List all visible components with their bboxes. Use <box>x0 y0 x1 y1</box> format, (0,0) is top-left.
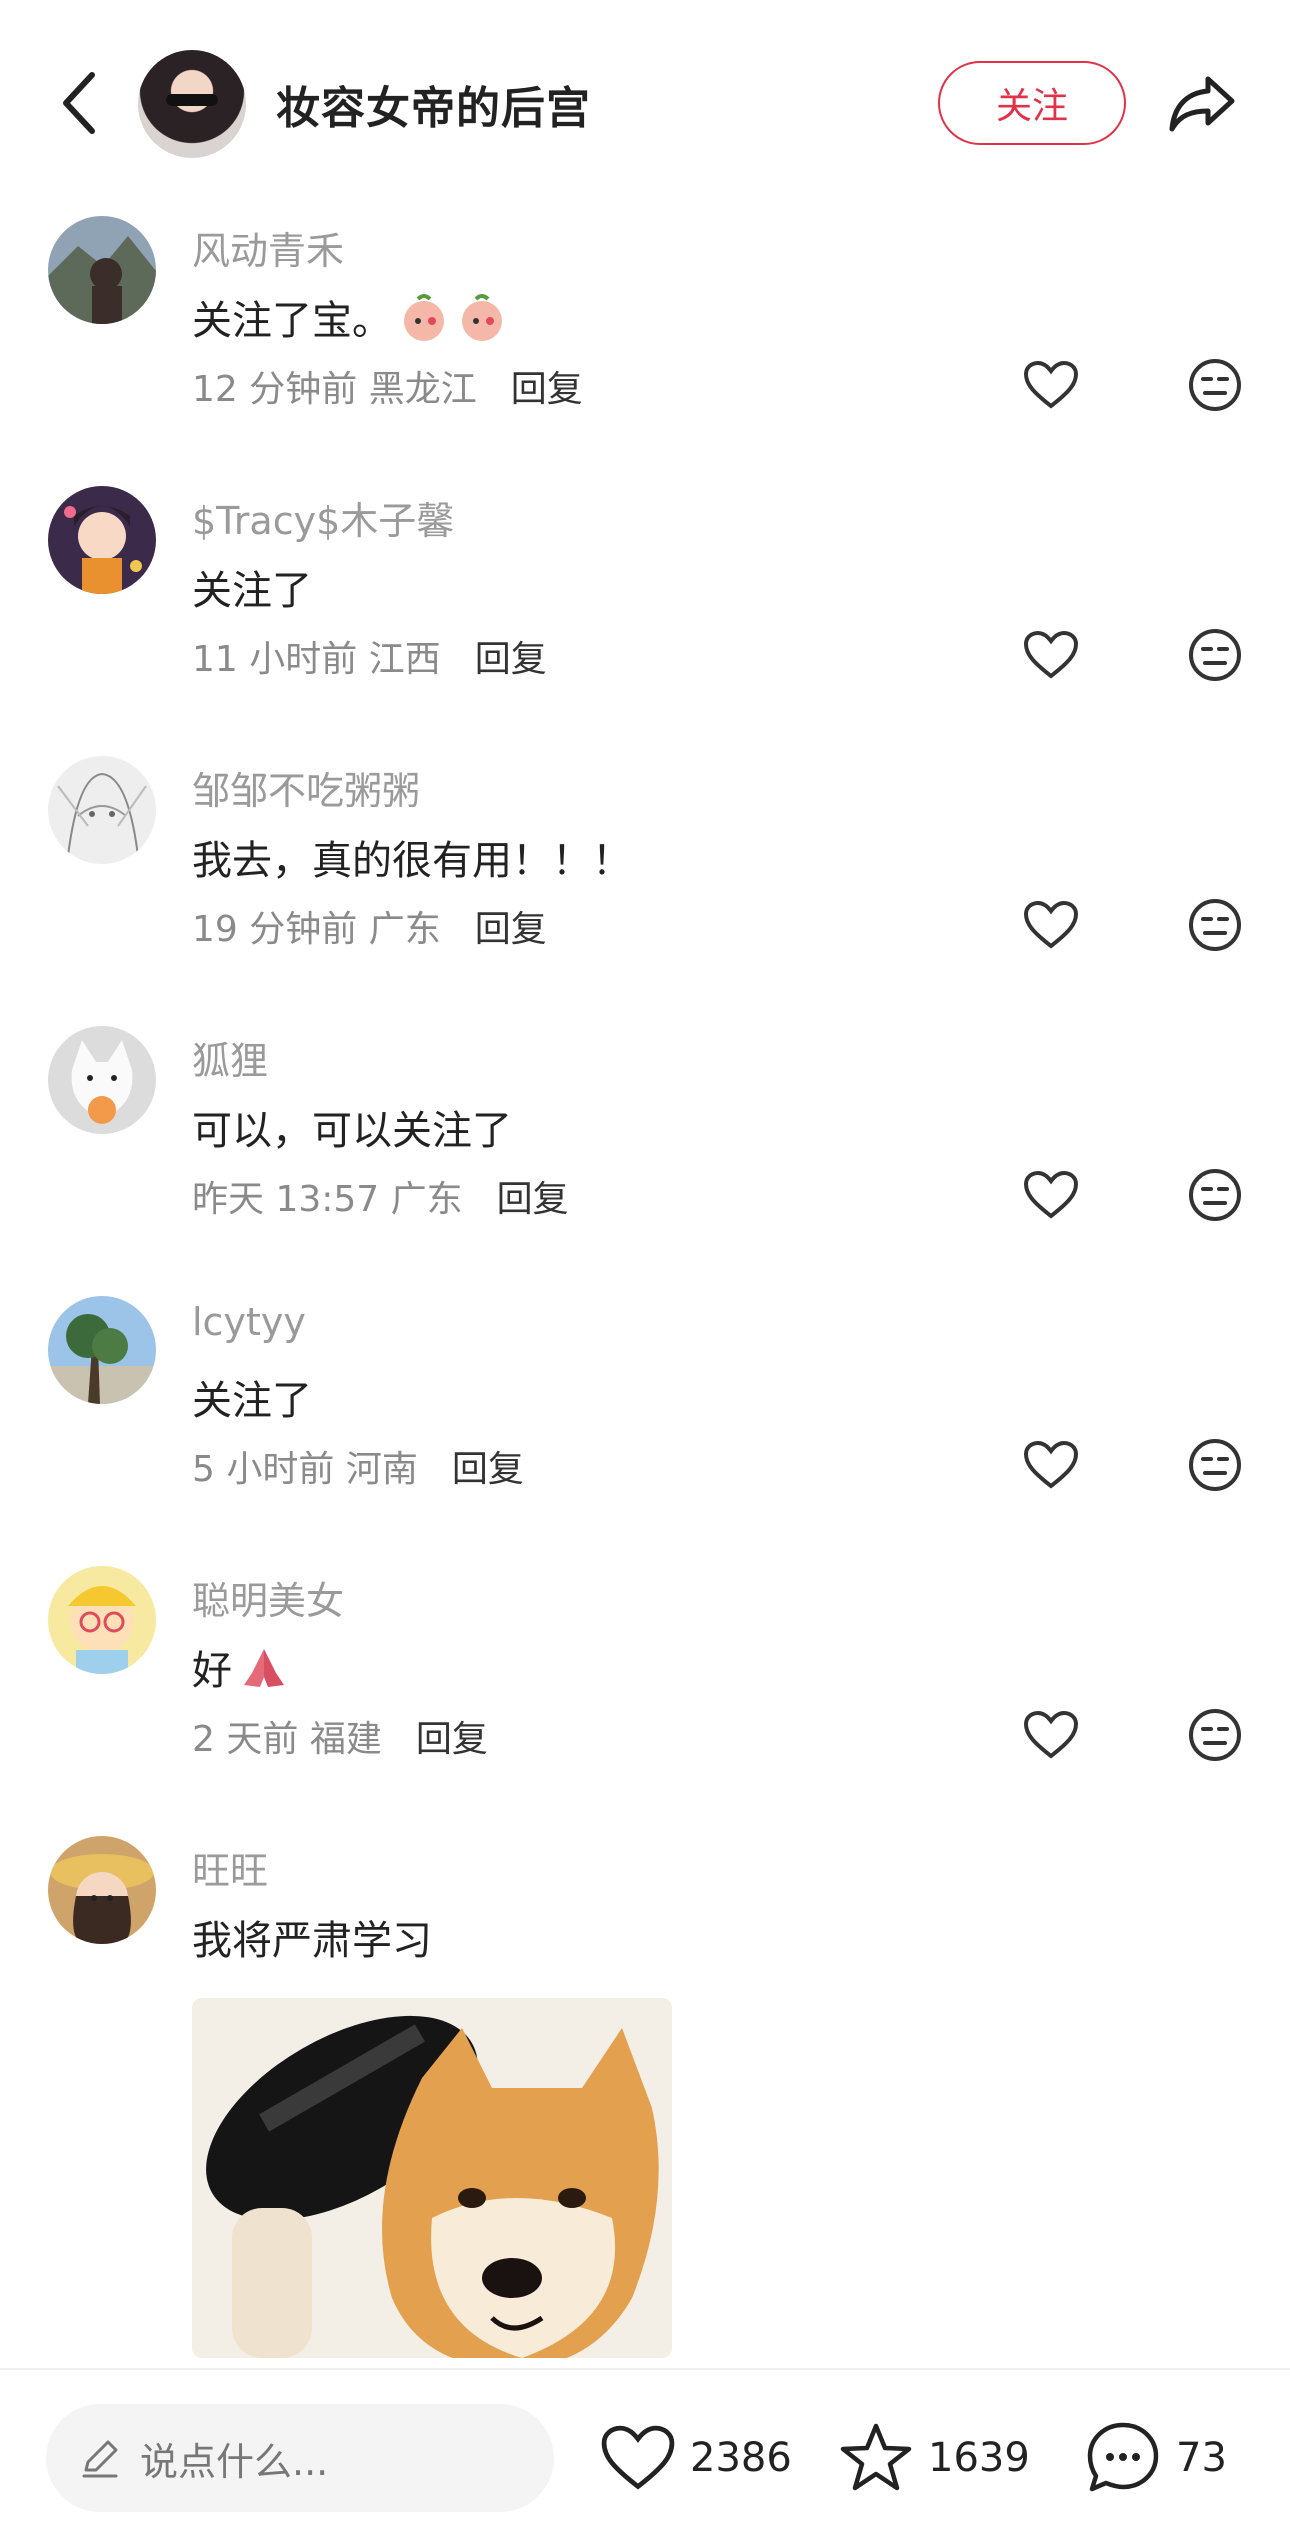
like-button[interactable] <box>1020 894 1082 956</box>
comment-input-placeholder: 说点什么... <box>140 2439 329 2484</box>
comment-meta: 2 天前 福建 回复 <box>192 1710 488 1762</box>
chevron-left-icon <box>63 72 95 134</box>
peach-emoji-icon <box>462 294 502 341</box>
heart-icon <box>1023 1440 1079 1489</box>
like-post-button[interactable]: 2386 <box>600 2416 792 2500</box>
comment-meta: 昨天 13:57 广东 回复 <box>192 1170 569 1222</box>
comment-input[interactable]: 说点什么... <box>46 2404 554 2512</box>
reply-button[interactable]: 回复 <box>497 1170 569 1222</box>
neutral-face-icon <box>1189 629 1241 681</box>
commenter-name[interactable]: 邹邹不吃粥粥 <box>192 760 420 815</box>
comment-item: 风动青禾 关注了宝。 12 分钟前 黑龙江 回复 <box>0 216 1290 486</box>
heart-icon <box>601 2425 675 2490</box>
commenter-avatar[interactable] <box>48 1296 156 1404</box>
commenter-avatar[interactable] <box>48 216 156 324</box>
comment-item: lcytyy 关注了 5 小时前 河南 回复 <box>0 1296 1290 1566</box>
commenter-name[interactable]: lcytyy <box>192 1300 306 1344</box>
comment-time-location: 昨天 13:57 广东 <box>192 1179 463 1220</box>
emoji-reaction-button[interactable] <box>1184 1164 1246 1226</box>
top-bar: 妆容女帝的后宫 关注 <box>0 0 1290 205</box>
emoji-reaction-button[interactable] <box>1184 354 1246 416</box>
like-button[interactable] <box>1020 1164 1082 1226</box>
praying-hands-emoji-icon <box>244 1649 284 1687</box>
comment-sticker-image[interactable] <box>192 1998 672 2358</box>
comment-meta: 5 小时前 河南 回复 <box>192 1440 524 1492</box>
like-button[interactable] <box>1020 1704 1082 1766</box>
neutral-face-icon <box>1189 899 1241 951</box>
bottom-action-bar: 说点什么... 2386 1639 73 <box>0 2368 1290 2544</box>
commenter-avatar[interactable] <box>48 1026 156 1134</box>
heart-icon <box>1023 1170 1079 1219</box>
emoji-reaction-button[interactable] <box>1184 1704 1246 1766</box>
comment-text: 关注了 <box>192 568 312 614</box>
comment-meta: 19 分钟前 广东 回复 <box>192 900 547 952</box>
share-button[interactable] <box>1166 66 1240 140</box>
author-name[interactable]: 妆容女帝的后宫 <box>276 72 591 136</box>
comment-item: 邹邹不吃粥粥 我去，真的很有用！！！ 19 分钟前 广东 回复 <box>0 756 1290 1026</box>
heart-icon <box>1023 900 1079 949</box>
back-button[interactable] <box>50 60 110 146</box>
comment-post-button[interactable]: 73 <box>1084 2416 1227 2500</box>
comment-item: $Tracy$木子馨 关注了 11 小时前 江西 回复 <box>0 486 1290 756</box>
peach-emoji-icon <box>404 294 444 341</box>
comment-text: 我将严肃学习 <box>192 1918 432 1964</box>
heart-icon <box>1023 630 1079 679</box>
comment-time-location: 11 小时前 江西 <box>192 639 441 680</box>
comment-text: 好 <box>192 1638 290 1696</box>
comment-time-location: 12 分钟前 黑龙江 <box>192 369 477 410</box>
like-button[interactable] <box>1020 1434 1082 1496</box>
commenter-name[interactable]: 聪明美女 <box>192 1570 344 1625</box>
like-count: 2386 <box>690 2435 792 2481</box>
commenter-avatar[interactable] <box>48 486 156 594</box>
comment-time-location: 2 天前 福建 <box>192 1719 382 1760</box>
like-button[interactable] <box>1020 354 1082 416</box>
emoji-reaction-button[interactable] <box>1184 1434 1246 1496</box>
like-button[interactable] <box>1020 624 1082 686</box>
commenter-avatar[interactable] <box>48 1836 156 1944</box>
reply-button[interactable]: 回复 <box>452 1440 524 1492</box>
comment-meta: 11 小时前 江西 回复 <box>192 630 547 682</box>
emoji-reaction-button[interactable] <box>1184 894 1246 956</box>
favorite-count: 1639 <box>928 2435 1030 2481</box>
heart-icon <box>1023 360 1079 409</box>
share-arrow-icon <box>1169 76 1235 132</box>
comment-time-location: 5 小时前 河南 <box>192 1449 418 1490</box>
speech-bubble-icon <box>1087 2422 1159 2492</box>
comment-meta: 12 分钟前 黑龙江 回复 <box>192 360 583 412</box>
commenter-name[interactable]: $Tracy$木子馨 <box>192 490 454 545</box>
commenter-avatar[interactable] <box>48 756 156 864</box>
commenter-name[interactable]: 旺旺 <box>192 1840 268 1895</box>
star-icon <box>840 2423 912 2491</box>
favorite-post-button[interactable]: 1639 <box>838 2416 1030 2500</box>
comment-text: 可以，可以关注了 <box>192 1108 512 1154</box>
comment-item: 聪明美女 好 2 天前 福建 回复 <box>0 1566 1290 1836</box>
neutral-face-icon <box>1189 1169 1241 1221</box>
author-avatar[interactable] <box>138 50 246 158</box>
comment-time-location: 19 分钟前 广东 <box>192 909 441 950</box>
reply-button[interactable]: 回复 <box>416 1710 488 1762</box>
neutral-face-icon <box>1189 1439 1241 1491</box>
commenter-avatar[interactable] <box>48 1566 156 1674</box>
commenter-name[interactable]: 狐狸 <box>192 1030 268 1085</box>
emoji-reaction-button[interactable] <box>1184 624 1246 686</box>
neutral-face-icon <box>1189 1709 1241 1761</box>
comment-item: 狐狸 可以，可以关注了 昨天 13:57 广东 回复 <box>0 1026 1290 1296</box>
comment-count: 73 <box>1176 2435 1227 2481</box>
comment-text: 关注了 <box>192 1378 312 1424</box>
heart-icon <box>1023 1710 1079 1759</box>
neutral-face-icon <box>1189 359 1241 411</box>
reply-button[interactable]: 回复 <box>511 360 583 412</box>
reply-button[interactable]: 回复 <box>475 900 547 952</box>
comment-text: 关注了宝。 <box>192 288 508 346</box>
pencil-icon <box>82 2440 118 2478</box>
comment-text: 我去，真的很有用！！！ <box>192 838 632 884</box>
commenter-name[interactable]: 风动青禾 <box>192 220 344 275</box>
follow-button[interactable]: 关注 <box>938 61 1126 145</box>
reply-button[interactable]: 回复 <box>475 630 547 682</box>
